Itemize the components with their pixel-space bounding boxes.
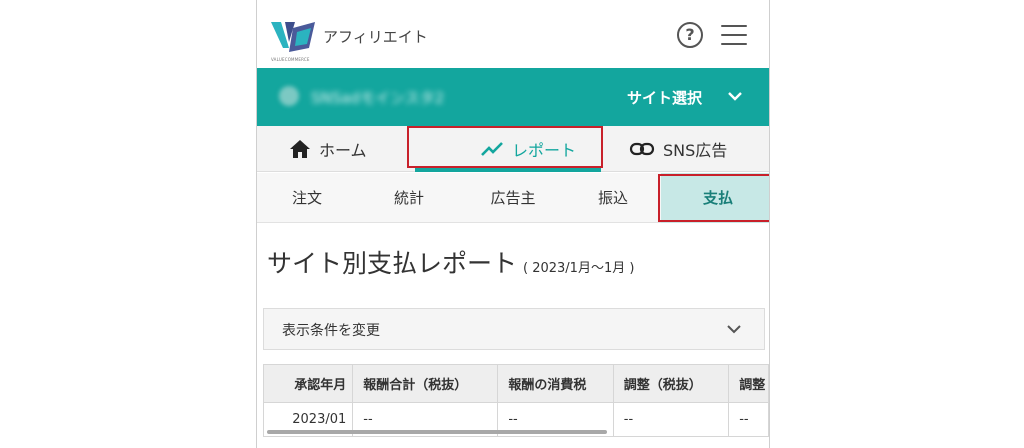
active-tab-indicator xyxy=(415,168,601,172)
page-title: サイト別支払レポート ( 2023/1月〜1月 ) xyxy=(267,244,634,280)
filter-toggle[interactable]: 表示条件を変更 xyxy=(263,308,765,350)
home-icon xyxy=(290,140,310,158)
payment-report-table: 承認年月 報酬合計（税抜） 報酬の消費税 調整（税抜） 調整 2023/01 -… xyxy=(262,364,769,437)
app-frame: VALUECOMMERCE アフィリエイト ? SNSadモインスタ2 サイト選… xyxy=(256,0,770,448)
logo-icon[interactable] xyxy=(271,18,315,60)
column-header: 承認年月 xyxy=(262,364,354,403)
column-header: 調整（税抜） xyxy=(612,364,730,403)
column-header: 調整 xyxy=(728,364,769,403)
link-icon xyxy=(629,142,655,156)
page-title-text: サイト別支払レポート xyxy=(267,249,518,278)
column-header: 報酬の消費税 xyxy=(497,364,614,403)
nav-tab-label: ホーム xyxy=(319,141,367,160)
chevron-down-icon xyxy=(727,325,741,334)
filter-label: 表示条件を変更 xyxy=(282,323,380,339)
site-select-button[interactable]: サイト選択 xyxy=(627,87,702,108)
app-title: アフィリエイト xyxy=(323,28,428,46)
sub-tab-transfer[interactable]: 振込 xyxy=(565,173,661,223)
sub-tab-statistics[interactable]: 統計 xyxy=(357,173,461,223)
table-header-row: 承認年月 報酬合計（税抜） 報酬の消費税 調整（税抜） 調整 xyxy=(262,364,769,403)
sub-tab-advertiser[interactable]: 広告主 xyxy=(461,173,565,223)
logo-small-text: VALUECOMMERCE xyxy=(271,57,310,62)
table-cell: -- xyxy=(728,402,769,437)
table-cell: -- xyxy=(612,402,730,437)
app-header: VALUECOMMERCE アフィリエイト ? xyxy=(257,0,769,68)
hamburger-menu-icon[interactable] xyxy=(721,25,747,45)
nav-tab-label: SNS広告 xyxy=(663,141,728,160)
highlight-box-payment xyxy=(658,174,769,222)
nav-tab-sns-ad[interactable]: SNS広告 xyxy=(629,126,727,172)
site-avatar xyxy=(279,86,299,106)
chevron-down-icon[interactable] xyxy=(727,89,743,103)
sub-tab-order[interactable]: 注文 xyxy=(257,173,357,223)
horizontal-scrollbar[interactable] xyxy=(267,430,607,434)
help-icon[interactable]: ? xyxy=(677,22,703,48)
site-selector-bar: SNSadモインスタ2 サイト選択 xyxy=(257,68,769,126)
report-period: ( 2023/1月〜1月 ) xyxy=(523,261,635,276)
column-header: 報酬合計（税抜） xyxy=(352,364,499,403)
highlight-box-report xyxy=(407,126,603,168)
nav-tab-home[interactable]: ホーム xyxy=(289,126,367,172)
site-name: SNSadモインスタ2 xyxy=(311,89,445,107)
